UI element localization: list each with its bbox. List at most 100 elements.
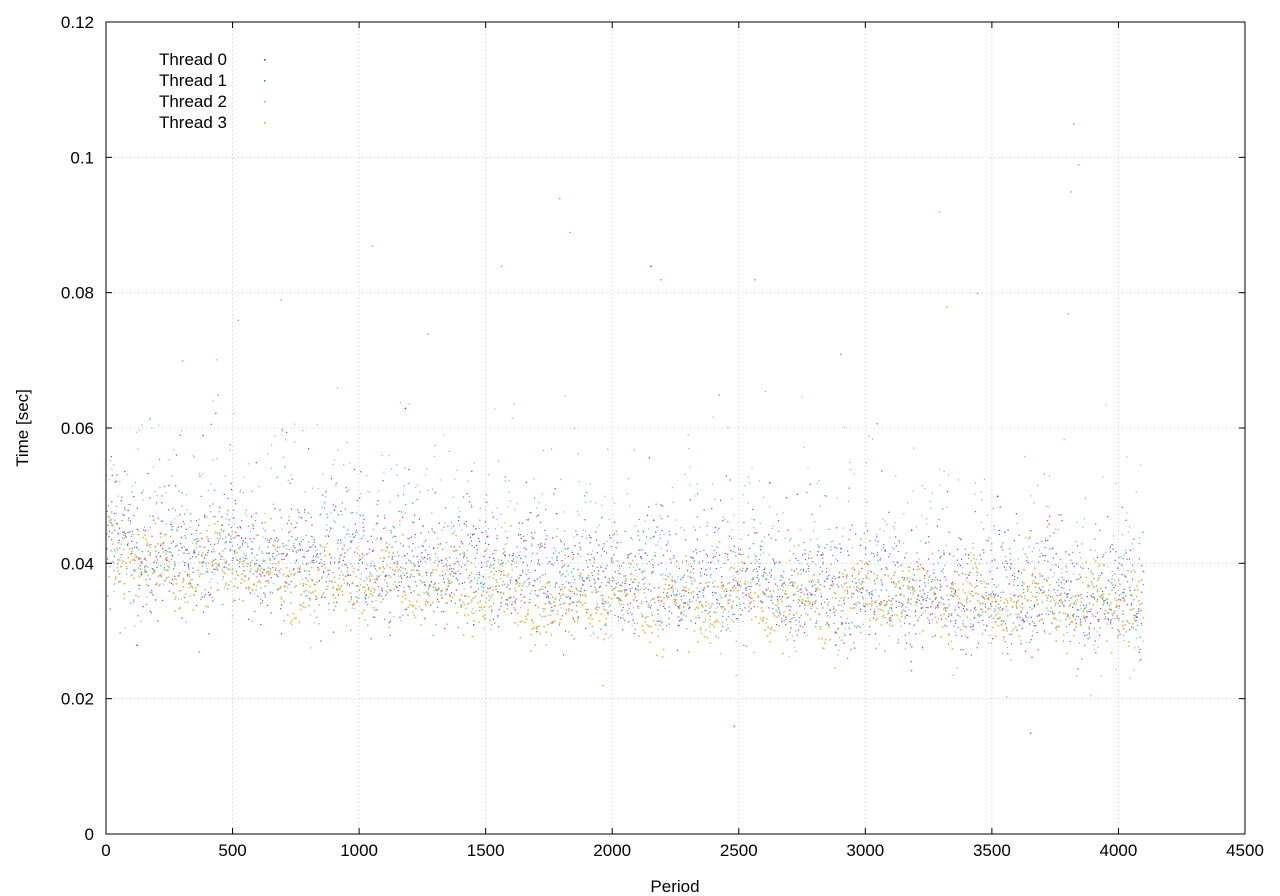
data-point xyxy=(201,573,204,575)
data-point xyxy=(758,580,760,582)
data-point xyxy=(283,600,285,603)
data-point xyxy=(627,478,630,480)
data-point xyxy=(786,497,788,499)
data-point xyxy=(1102,604,1104,606)
data-point xyxy=(600,565,602,567)
data-point xyxy=(710,561,712,563)
data-point xyxy=(398,581,400,583)
data-point xyxy=(924,585,926,588)
data-point xyxy=(791,574,793,576)
data-point xyxy=(725,475,727,477)
data-point xyxy=(611,580,613,582)
data-point xyxy=(744,484,746,487)
data-point xyxy=(509,582,512,584)
data-point xyxy=(663,603,665,605)
data-point xyxy=(361,612,363,614)
data-point xyxy=(580,575,582,577)
data-point xyxy=(985,539,987,541)
data-point xyxy=(574,620,576,623)
data-point xyxy=(267,580,269,582)
data-point xyxy=(925,599,927,601)
data-point xyxy=(216,537,219,539)
data-point xyxy=(215,567,217,569)
data-point xyxy=(603,608,605,611)
data-point xyxy=(210,578,212,580)
data-point xyxy=(166,556,168,559)
data-point xyxy=(182,586,185,588)
data-point xyxy=(846,617,848,620)
data-point xyxy=(715,568,717,570)
data-point xyxy=(649,606,651,608)
data-point xyxy=(975,609,977,611)
data-point xyxy=(244,512,246,514)
data-point xyxy=(691,580,693,582)
data-point xyxy=(402,567,404,569)
data-point xyxy=(704,618,706,620)
data-point xyxy=(546,582,548,585)
data-point xyxy=(491,511,493,513)
data-point xyxy=(302,584,304,587)
data-point xyxy=(862,581,864,583)
data-point xyxy=(633,449,636,451)
data-point xyxy=(524,602,526,604)
data-point xyxy=(998,617,1000,620)
data-point xyxy=(204,588,207,591)
data-point xyxy=(1065,567,1068,569)
data-point xyxy=(938,602,940,604)
data-point xyxy=(410,536,412,538)
data-point xyxy=(300,604,303,606)
data-point xyxy=(594,582,596,584)
data-point xyxy=(248,463,250,465)
data-point xyxy=(837,577,839,579)
data-point xyxy=(866,522,868,524)
data-point xyxy=(897,566,900,568)
data-point xyxy=(138,429,140,431)
data-point xyxy=(900,606,902,608)
data-point xyxy=(914,615,916,617)
data-point xyxy=(624,579,627,582)
data-point xyxy=(152,515,154,517)
data-point xyxy=(285,575,288,578)
data-point xyxy=(653,555,655,557)
data-point xyxy=(425,540,427,542)
data-point xyxy=(1002,562,1004,564)
data-point xyxy=(985,592,987,594)
data-point xyxy=(365,568,367,570)
data-point xyxy=(349,592,352,594)
data-point xyxy=(391,556,393,558)
data-point xyxy=(187,565,190,567)
data-point xyxy=(439,574,441,577)
data-point xyxy=(367,490,369,492)
data-point xyxy=(950,620,952,622)
data-point xyxy=(758,558,761,560)
data-point xyxy=(591,618,593,620)
data-point xyxy=(348,601,351,603)
data-point xyxy=(160,532,163,535)
data-point xyxy=(737,581,739,583)
data-point xyxy=(764,390,766,392)
data-point xyxy=(1086,591,1089,593)
data-point xyxy=(556,535,558,538)
data-point xyxy=(607,613,609,615)
data-point xyxy=(300,583,302,585)
data-point xyxy=(1078,616,1080,618)
data-point xyxy=(1140,464,1142,466)
data-point xyxy=(1118,617,1120,619)
data-point xyxy=(279,586,282,588)
data-point xyxy=(724,588,727,590)
data-point xyxy=(1132,564,1134,566)
data-point xyxy=(366,475,368,477)
data-point xyxy=(183,596,185,599)
data-point xyxy=(1052,557,1054,559)
data-point xyxy=(438,601,440,603)
data-point xyxy=(419,491,421,493)
data-point xyxy=(364,619,366,621)
data-point xyxy=(290,573,292,575)
data-point xyxy=(384,526,386,528)
data-point xyxy=(886,622,888,624)
data-point xyxy=(392,568,394,571)
data-point xyxy=(942,568,945,570)
data-point xyxy=(330,478,332,480)
data-point xyxy=(565,581,567,583)
data-point xyxy=(740,538,742,540)
